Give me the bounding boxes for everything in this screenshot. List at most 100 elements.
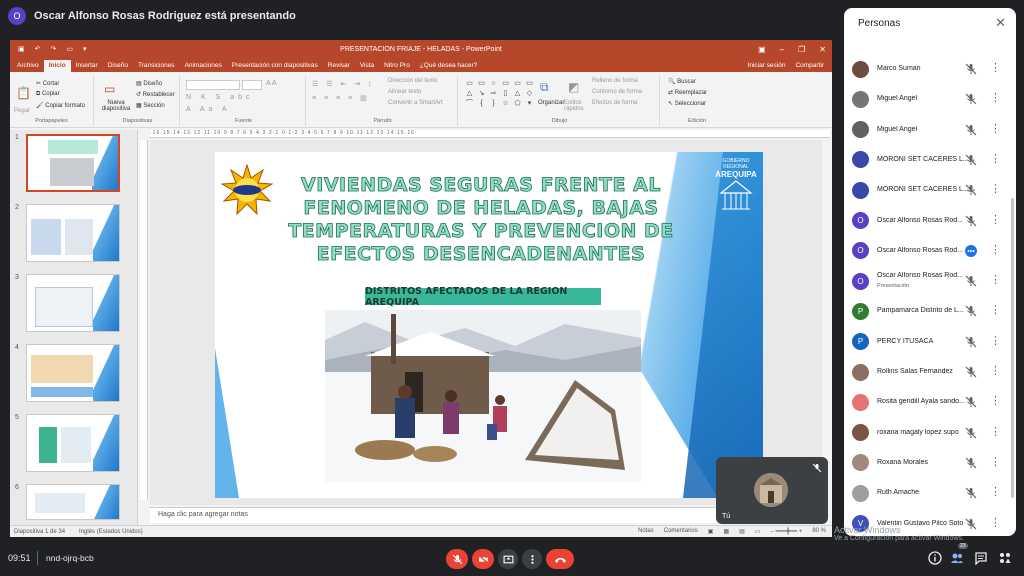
participant-more-icon[interactable]: ⋮ (990, 335, 1001, 346)
maximize-icon[interactable]: ❐ (798, 45, 805, 54)
share-button[interactable]: Compartir (795, 62, 824, 69)
reset-button[interactable]: ↺ Restablecer (136, 91, 175, 98)
info-icon[interactable] (928, 551, 942, 565)
tab-insertar[interactable]: Insertar (71, 60, 103, 72)
participant-more-icon[interactable]: ⋮ (990, 305, 1001, 316)
zoom-level[interactable]: 80 % (812, 528, 826, 535)
sorter-view-icon[interactable]: ▦ (723, 528, 729, 535)
tab-archivo[interactable]: Archivo (12, 60, 44, 72)
font-size-input[interactable] (242, 80, 262, 90)
participant-more-icon[interactable]: ⋮ (990, 93, 1001, 104)
font-name-input[interactable] (186, 80, 240, 90)
slide-thumbnail-2[interactable] (26, 204, 120, 262)
close-icon[interactable]: ✕ (819, 45, 826, 54)
participant-more-icon[interactable]: ⋮ (990, 426, 1001, 437)
participant-row[interactable]: O Oscar Alfonso Rosas Rod... Presentación ⋮ (844, 266, 1016, 296)
normal-view-icon[interactable]: ▣ (708, 528, 714, 535)
camera-toggle-button[interactable] (472, 549, 494, 569)
font-style-icons[interactable]: N K S abc (186, 94, 254, 101)
layout-button[interactable]: ▤ Diseño (136, 80, 162, 87)
participant-row[interactable]: Miguel Angel ⋮ (844, 84, 1016, 114)
new-slide-icon[interactable]: ▭ (104, 82, 115, 96)
smartart-button[interactable]: Convertir a SmartArt (388, 100, 443, 106)
participant-more-icon[interactable]: ⋮ (990, 366, 1001, 377)
more-options-button[interactable] (522, 549, 542, 569)
participant-more-icon[interactable]: ⋮ (990, 275, 1001, 286)
slide-thumbnail-6[interactable] (26, 484, 120, 520)
chat-icon[interactable] (974, 551, 988, 565)
participant-more-icon[interactable]: ⋮ (990, 63, 1001, 74)
self-view-tile[interactable]: Tú (716, 457, 828, 524)
participant-row[interactable]: Ruth Amache ⋮ (844, 478, 1016, 508)
participant-more-icon[interactable]: ⋮ (990, 456, 1001, 467)
tab-presentacion[interactable]: Presentación con diapositivas (227, 60, 323, 72)
select-button[interactable]: ↖ Seleccionar (668, 100, 706, 107)
section-button[interactable]: ▦ Sección (136, 102, 165, 109)
participant-more-icon[interactable]: ⋮ (990, 214, 1001, 225)
sign-in-link[interactable]: Iniciar sesión (748, 62, 786, 69)
participant-row[interactable]: Roxana Morales ⋮ (844, 448, 1016, 478)
tab-nitro[interactable]: Nitro Pro (379, 60, 415, 72)
current-slide[interactable]: GOBIERNO REGIONAL AREQUIPA VIVIENDAS SEG… (215, 152, 763, 498)
font-grow-icon[interactable]: A A (266, 80, 277, 87)
tab-animaciones[interactable]: Animaciones (180, 60, 227, 72)
text-direction-button[interactable]: Dirección del texto (388, 78, 437, 84)
paste-button[interactable]: Pegar (14, 108, 30, 114)
minimize-icon[interactable]: – (780, 45, 784, 54)
tab-inicio[interactable]: Inicio (43, 60, 71, 72)
zoom-slider[interactable]: – ━━━╋━━ + (770, 528, 802, 535)
reading-view-icon[interactable]: ▤ (739, 528, 745, 535)
shape-fill-button[interactable]: Relleno de forma (592, 78, 638, 84)
participant-row[interactable]: roxana magaly lopez supo ⋮ (844, 418, 1016, 448)
leave-call-button[interactable] (546, 549, 574, 569)
tab-vista[interactable]: Vista (355, 60, 379, 72)
copy-button[interactable]: ⧉ Copiar (36, 91, 60, 98)
mic-toggle-button[interactable] (446, 549, 468, 569)
slideshow-view-icon[interactable]: ▭ (755, 528, 761, 535)
participant-row[interactable]: Rollins Salas Fernandez ⋮ (844, 357, 1016, 387)
participant-more-icon[interactable]: ⋮ (990, 123, 1001, 134)
font-color-icons[interactable]: A Aa A (186, 106, 231, 113)
participant-more-icon[interactable]: ⋮ (990, 153, 1001, 164)
align-icons[interactable]: ≡ ≡ ≡ ≡ ▥ (312, 94, 370, 102)
shape-effects-button[interactable]: Efectos de forma (592, 100, 637, 106)
present-button[interactable] (498, 549, 518, 569)
participant-more-icon[interactable]: ⋮ (990, 244, 1001, 255)
slide-thumbnail-3[interactable] (26, 274, 120, 332)
participant-more-icon[interactable]: ⋮ (990, 487, 1001, 498)
format-painter-button[interactable]: 🖌 Copiar formato (36, 102, 85, 109)
participant-row[interactable]: O Oscar Alfonso Rosas Rod... ⋮ (844, 206, 1016, 236)
tell-me-search[interactable]: ¿Qué desea hacer? (415, 60, 482, 72)
replace-button[interactable]: ⇄ Reemplazar (668, 89, 707, 96)
tab-revisar[interactable]: Revisar (323, 60, 355, 72)
tab-diseno[interactable]: Diseño (103, 60, 133, 72)
participant-row[interactable]: MORONI SET CACERES L... ⋮ (844, 175, 1016, 205)
slide-thumbnail-1[interactable] (26, 134, 120, 192)
participant-more-icon[interactable]: ⋮ (990, 517, 1001, 528)
language-indicator[interactable]: Inglés (Estados Unidos) (79, 529, 143, 535)
participant-row[interactable]: Rosita gendill Ayala sando... ⋮ (844, 387, 1016, 417)
ribbon-display-icon[interactable]: ▣ (758, 45, 766, 54)
paste-icon[interactable]: 📋 (16, 86, 31, 100)
participant-row[interactable]: O Oscar Alfonso Rosas Rod... ⋮ (844, 236, 1016, 266)
arrange-icon[interactable]: ⧉ (540, 80, 549, 95)
list-icons[interactable]: ☰ ☰ ⇤ ⇥ ↕ (312, 80, 375, 88)
panel-scrollbar[interactable] (1011, 198, 1014, 498)
participant-more-icon[interactable]: ⋮ (990, 396, 1001, 407)
shapes-gallery[interactable]: ▭ ▭ ○ ▭ ▭ ▭ △ ↘ ⇨ ▯ △ ◇ ⌒{} ☆ ⬠ ▾ (464, 79, 535, 108)
quick-styles-button[interactable]: Estilos rápidos (564, 100, 588, 112)
tab-transiciones[interactable]: Transiciones (133, 60, 180, 72)
comments-toggle[interactable]: Comentarios (664, 528, 698, 535)
people-icon[interactable] (950, 551, 964, 565)
find-button[interactable]: 🔍 Buscar (668, 78, 696, 85)
participant-row[interactable]: Miguel Angel ⋮ (844, 115, 1016, 145)
align-text-button[interactable]: Alinear texto (388, 89, 421, 95)
quick-styles-icon[interactable]: ◩ (568, 80, 579, 94)
notes-toggle[interactable]: Notas (638, 528, 654, 535)
participant-more-icon[interactable]: ⋮ (990, 184, 1001, 195)
close-panel-icon[interactable]: ✕ (995, 15, 1006, 31)
shape-outline-button[interactable]: Contorno de forma (592, 89, 642, 95)
arrange-button[interactable]: Organizar (538, 100, 564, 106)
new-slide-button[interactable]: Nueva diapositiva (98, 100, 134, 112)
participant-row[interactable]: MORONI SET CACERES L... ⋮ (844, 145, 1016, 175)
